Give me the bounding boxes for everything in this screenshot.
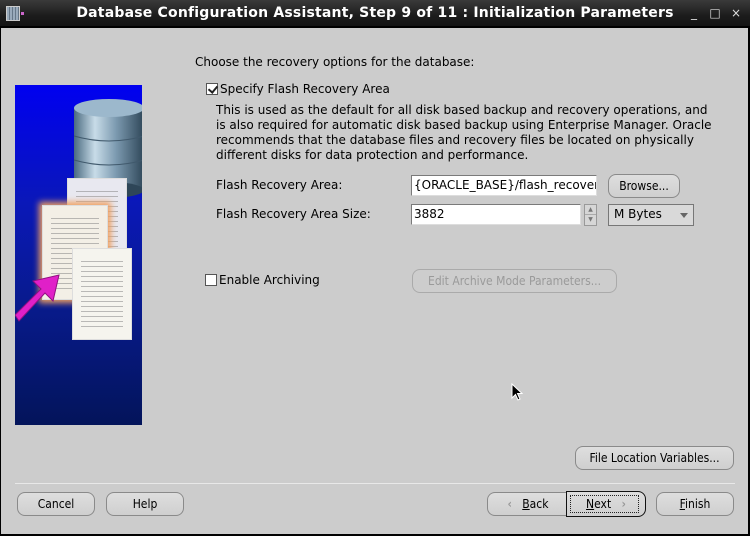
specify-flash-recovery-label: Specify Flash Recovery Area — [220, 82, 390, 96]
size-unit-select[interactable]: M Bytes — [608, 204, 694, 226]
specify-flash-recovery-checkbox[interactable]: Specify Flash Recovery Area — [206, 82, 390, 96]
finish-button[interactable]: Finish — [656, 492, 734, 516]
arrow-icon — [15, 274, 60, 322]
checkbox-checked-icon[interactable] — [206, 83, 218, 95]
chevron-down-icon — [680, 213, 688, 218]
maximize-button[interactable]: □ — [708, 6, 722, 20]
dialog-body: Choose the recovery options for the data… — [1, 28, 748, 534]
enable-archiving-checkbox[interactable]: Enable Archiving — [205, 273, 320, 287]
chevron-left-icon: ‹ — [507, 497, 512, 511]
flash-recovery-area-label: Flash Recovery Area: — [216, 178, 343, 192]
mouse-cursor-icon — [511, 383, 524, 401]
enable-archiving-label: Enable Archiving — [219, 273, 320, 287]
cancel-button[interactable]: Cancel — [17, 492, 95, 516]
title-bar[interactable]: Database Configuration Assistant, Step 9… — [0, 0, 750, 27]
window-title: Database Configuration Assistant, Step 9… — [76, 5, 674, 21]
file-location-variables-button[interactable]: File Location Variables... — [575, 446, 734, 470]
flash-recovery-size-input[interactable]: 3882 — [411, 204, 581, 225]
spinner-down-icon[interactable]: ▼ — [585, 215, 596, 225]
intro-text: Choose the recovery options for the data… — [195, 55, 475, 69]
size-unit-value: M Bytes — [614, 207, 662, 221]
minimize-button[interactable]: _ — [687, 6, 701, 20]
checkbox-unchecked-icon[interactable] — [205, 274, 217, 286]
flash-recovery-description: This is used as the default for all disk… — [216, 103, 712, 162]
footer-separator — [15, 483, 735, 484]
next-button[interactable]: Next › — [566, 491, 646, 517]
browse-button[interactable]: Browse... — [608, 174, 680, 198]
document-icon — [72, 248, 132, 340]
close-button[interactable]: × — [729, 6, 743, 20]
spinner-up-icon[interactable]: ▲ — [585, 205, 596, 215]
wizard-illustration — [15, 85, 142, 425]
flash-recovery-size-label: Flash Recovery Area Size: — [216, 207, 371, 221]
back-button[interactable]: ‹ Back — [487, 492, 568, 516]
size-spinner[interactable]: ▲ ▼ — [584, 204, 597, 226]
help-button[interactable]: Help — [106, 492, 184, 516]
edit-archive-mode-parameters-button[interactable]: Edit Archive Mode Parameters... — [412, 269, 617, 293]
focus-ring — [570, 495, 639, 513]
flash-recovery-area-input[interactable]: {ORACLE_BASE}/flash_recovery_ — [411, 175, 597, 196]
